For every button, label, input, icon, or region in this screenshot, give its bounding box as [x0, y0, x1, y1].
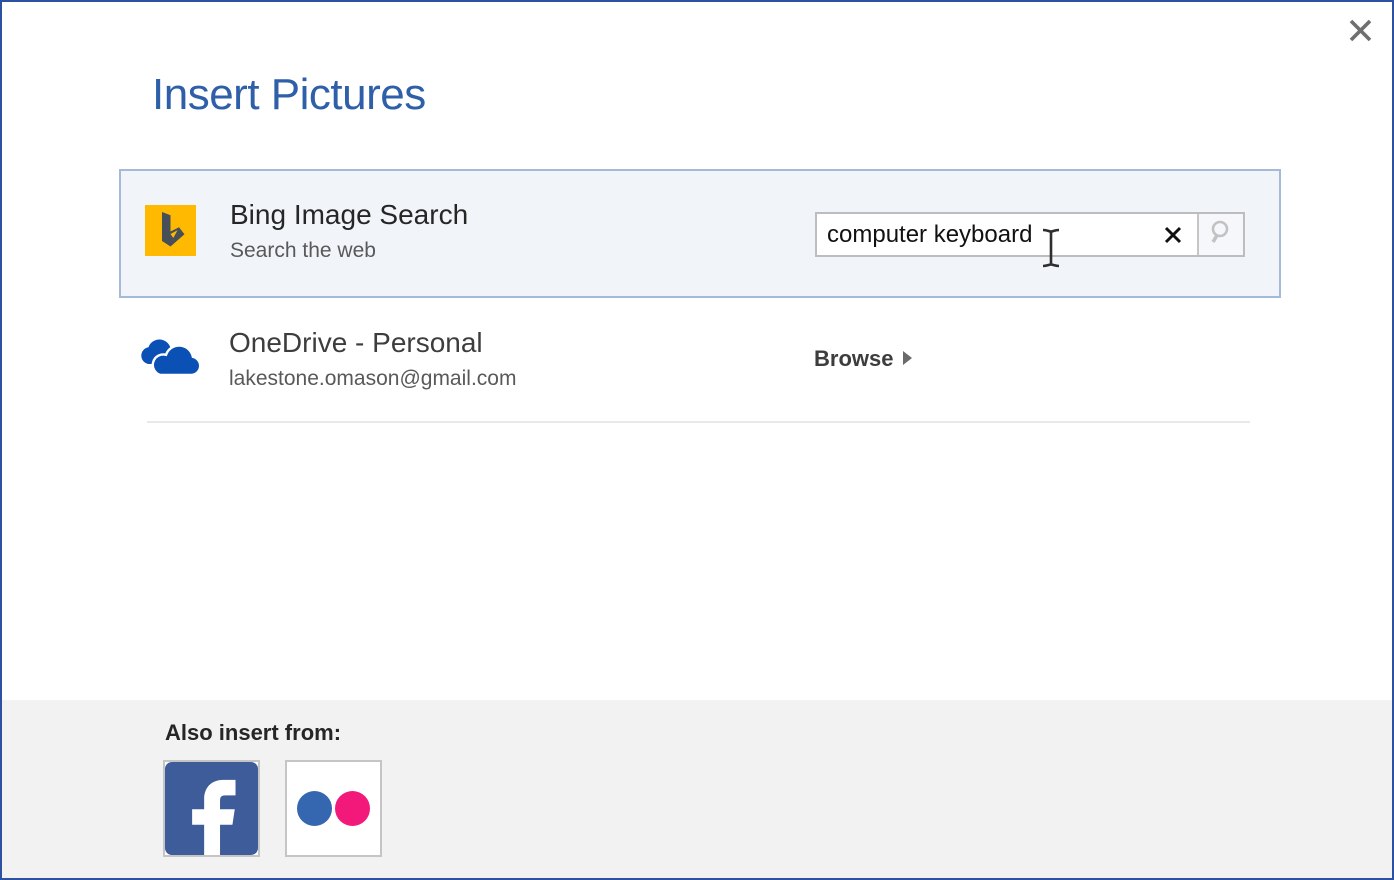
flickr-pink-dot: [335, 791, 370, 826]
flickr-button[interactable]: [285, 760, 382, 857]
clear-search-icon[interactable]: [1155, 214, 1191, 255]
flickr-blue-dot: [297, 791, 332, 826]
dialog-title: Insert Pictures: [152, 70, 426, 120]
also-insert-label: Also insert from:: [165, 720, 341, 746]
magnifier-icon: [1208, 219, 1234, 250]
provider-row-bing: Bing Image Search Search the web: [119, 169, 1281, 298]
onedrive-title: OneDrive - Personal: [229, 327, 483, 359]
bing-search-box: [815, 212, 1245, 257]
search-button[interactable]: [1197, 214, 1243, 255]
provider-row-onedrive: OneDrive - Personal lakestone.omason@gma…: [119, 312, 1281, 407]
bing-icon: [145, 205, 196, 256]
also-insert-footer: Also insert from:: [2, 700, 1392, 878]
insert-pictures-dialog: Insert Pictures Bing Image Search Search…: [0, 0, 1394, 880]
onedrive-email: lakestone.omason@gmail.com: [229, 367, 516, 391]
onedrive-cloud-icon: [139, 330, 201, 382]
browse-link[interactable]: Browse: [814, 346, 913, 372]
close-icon: [1347, 17, 1374, 47]
facebook-button[interactable]: [163, 760, 260, 857]
flickr-icon: [297, 791, 370, 826]
bing-title: Bing Image Search: [230, 199, 468, 231]
facebook-icon: [165, 762, 258, 855]
close-button[interactable]: [1344, 16, 1376, 48]
bing-subtitle: Search the web: [230, 239, 376, 263]
browse-arrow-icon: [902, 346, 913, 372]
browse-label: Browse: [814, 346, 893, 372]
rows-divider: [147, 421, 1250, 423]
search-input[interactable]: [817, 214, 1197, 255]
